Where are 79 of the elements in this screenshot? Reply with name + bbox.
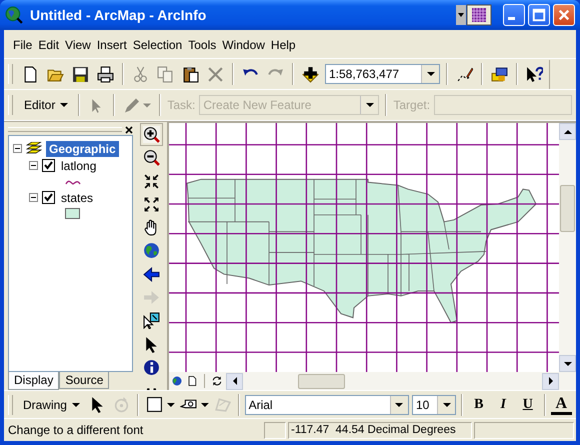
- caret-icon: [60, 103, 68, 107]
- status-message: Change to a different font: [7, 423, 144, 437]
- line-symbol-icon: [65, 178, 81, 186]
- toolbox-icon[interactable]: [491, 66, 508, 82]
- editor-pencil-icon[interactable]: [456, 66, 473, 82]
- menu-item[interactable]: Window: [219, 38, 268, 52]
- scroll-down-icon[interactable]: [564, 362, 572, 366]
- caret-icon: [366, 103, 374, 107]
- window-title: Untitled - ArcMap - ArcInfo: [30, 7, 208, 23]
- add-data-icon[interactable]: [302, 66, 319, 82]
- text-style-button[interactable]: U: [517, 394, 539, 414]
- data-view-icon[interactable]: [171, 375, 183, 387]
- new-document-icon[interactable]: [22, 66, 39, 82]
- task-label: Task:: [167, 98, 196, 112]
- caret-icon[interactable]: [166, 402, 175, 406]
- refresh-icon[interactable]: [211, 375, 223, 387]
- fill-symbol-icon: [65, 208, 80, 219]
- menu-item[interactable]: Help: [268, 38, 299, 52]
- maximize-button[interactable]: [528, 4, 550, 26]
- scroll-thumb[interactable]: [560, 185, 575, 232]
- menu-item[interactable]: Insert: [94, 38, 130, 52]
- layer-name[interactable]: latlong: [59, 158, 96, 172]
- scroll-left-icon[interactable]: [232, 377, 236, 385]
- zoom-out-icon[interactable]: [142, 149, 160, 166]
- zoom-in-arrows-icon[interactable]: [142, 172, 160, 190]
- layers-icon: [26, 142, 42, 156]
- close-icon[interactable]: [125, 126, 133, 134]
- collapse-icon[interactable]: [29, 161, 38, 170]
- horizontal-scrollbar[interactable]: [226, 372, 559, 390]
- select-features-icon[interactable]: [142, 312, 160, 330]
- layer-name[interactable]: states: [59, 190, 94, 204]
- panel-tab[interactable]: Source: [59, 372, 110, 389]
- caret-icon[interactable]: [200, 402, 209, 406]
- vertical-scrollbar[interactable]: [559, 123, 576, 372]
- menu-item[interactable]: Selection: [130, 38, 186, 52]
- minimize-icon: [508, 17, 515, 20]
- back-arrow-icon[interactable]: [142, 266, 160, 283]
- zoom-out-arrows-icon[interactable]: [142, 196, 160, 213]
- caret-icon: [72, 402, 80, 406]
- font-size-dropdown[interactable]: 10: [412, 394, 456, 414]
- minimize-button[interactable]: [503, 4, 525, 26]
- paste-icon[interactable]: [182, 66, 199, 82]
- layer-checkbox[interactable]: [42, 191, 55, 204]
- window-menu-icon[interactable]: [456, 4, 492, 26]
- font-dropdown[interactable]: Arial: [244, 394, 409, 414]
- print-icon[interactable]: [97, 66, 114, 82]
- font-color-button[interactable]: A: [550, 394, 572, 414]
- target-label: Target:: [393, 98, 430, 112]
- menu-item[interactable]: Tools: [185, 38, 220, 52]
- layout-view-icon[interactable]: [186, 375, 198, 387]
- rectangle-icon[interactable]: [146, 396, 163, 413]
- globe-icon[interactable]: [142, 242, 160, 260]
- drawing-menu[interactable]: Drawing: [18, 398, 84, 412]
- zoom-in-icon[interactable]: [142, 126, 160, 143]
- menu-item[interactable]: File: [10, 38, 36, 52]
- caret-icon: [426, 72, 434, 76]
- scroll-thumb[interactable]: [298, 374, 345, 388]
- scroll-right-icon[interactable]: [548, 377, 552, 385]
- scroll-up-icon[interactable]: [564, 130, 572, 134]
- identify-icon[interactable]: [142, 358, 160, 376]
- menu-item[interactable]: Edit: [35, 38, 62, 52]
- globe-magnifier-icon: [5, 6, 23, 24]
- data-frame-name[interactable]: Geographic: [46, 140, 119, 156]
- coordinates-readout: -117.47 44.54 Decimal Degrees: [288, 422, 472, 438]
- caret-icon: [442, 402, 450, 406]
- collapse-icon[interactable]: [13, 144, 22, 153]
- scale-dropdown[interactable]: 1:58,763,477: [325, 64, 440, 84]
- status-pane: [264, 422, 286, 438]
- caret-icon: [395, 402, 404, 406]
- whats-this-icon[interactable]: [526, 66, 543, 82]
- layer-checkbox[interactable]: [42, 159, 55, 172]
- text-style-button[interactable]: I: [492, 394, 514, 414]
- panel-tab[interactable]: Display: [8, 372, 60, 390]
- pan-hand-icon[interactable]: [142, 219, 160, 236]
- collapse-icon[interactable]: [29, 193, 38, 202]
- menu-item[interactable]: View: [62, 38, 94, 52]
- close-button[interactable]: [553, 4, 575, 26]
- save-icon[interactable]: [72, 66, 89, 82]
- text-style-button[interactable]: B: [468, 394, 490, 414]
